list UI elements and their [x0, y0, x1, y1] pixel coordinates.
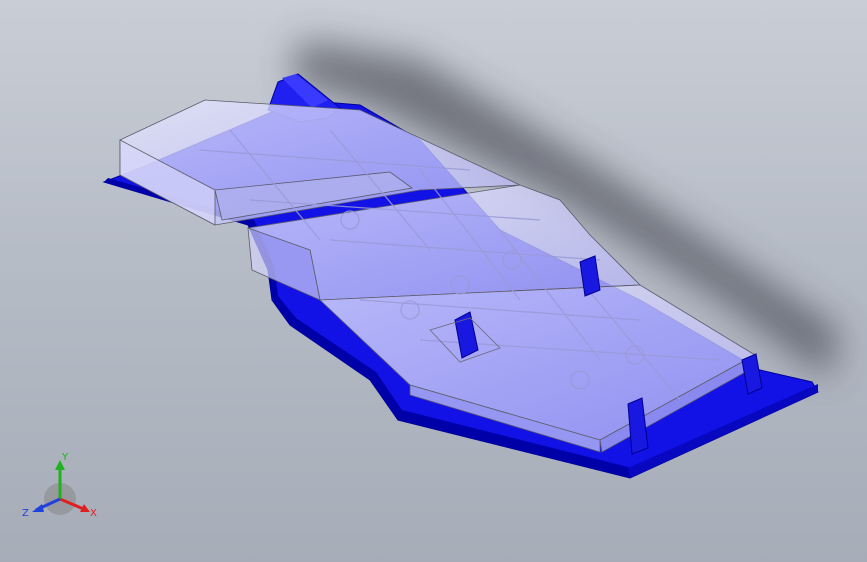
graphics-viewport[interactable]: X Y Z — [0, 0, 867, 562]
reference-triad: X Y Z — [22, 452, 97, 519]
z-axis-label: Z — [22, 508, 29, 519]
transparent-cover — [119, 99, 759, 453]
x-axis-label: X — [90, 508, 97, 519]
y-axis-label: Y — [61, 452, 69, 463]
z-axis-arrow-icon — [32, 504, 44, 512]
3d-part-model[interactable] — [0, 0, 867, 562]
